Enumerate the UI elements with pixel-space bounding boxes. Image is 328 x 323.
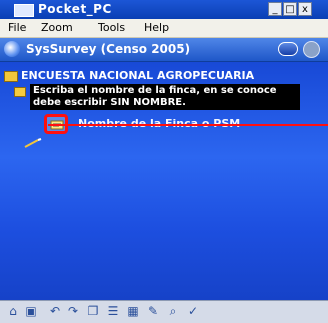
close-button[interactable]: x (298, 2, 312, 16)
section-folder-icon[interactable] (14, 87, 26, 97)
home-icon[interactable]: ⌂ (6, 304, 20, 318)
table-icon[interactable]: ▦ (126, 304, 140, 318)
survey-title: ENCUESTA NACIONAL AGROPECUARIA (21, 69, 255, 82)
emulator-window: Pocket_PC _ □ x File Zoom Tools Help Sys… (0, 0, 328, 323)
field-tooltip: Escriba el nombre de la finca, en se con… (30, 84, 300, 110)
edit-pencil-icon[interactable] (24, 138, 42, 148)
survey-root-node[interactable]: ENCUESTA NACIONAL AGROPECUARIA (4, 69, 326, 84)
menu-tools[interactable]: Tools (98, 21, 125, 34)
ok-button[interactable] (278, 42, 298, 56)
menu-file[interactable]: File (8, 21, 26, 34)
app-title: SysSurvey (Censo 2005) (26, 42, 191, 56)
menu-help[interactable]: Help (144, 21, 169, 34)
bottom-toolbar: ⌂ ▣ ↶ ↷ ❐ ☰ ▦ ✎ ⌕ ✓ (0, 300, 328, 323)
menu-bar: File Zoom Tools Help (0, 19, 328, 38)
save-icon[interactable]: ▣ (24, 304, 38, 318)
start-menu-icon[interactable] (4, 41, 20, 57)
search-icon[interactable]: ⌕ (166, 304, 180, 318)
minimize-button[interactable]: _ (268, 2, 282, 16)
redo-icon[interactable]: ↷ (66, 304, 80, 318)
maximize-button[interactable]: □ (283, 2, 297, 16)
window-titlebar: Pocket_PC _ □ x (0, 0, 328, 19)
check-icon[interactable]: ✓ (186, 304, 200, 318)
pocketpc-app-icon (14, 4, 34, 17)
menu-zoom[interactable]: Zoom (41, 21, 73, 34)
app-caption-bar: SysSurvey (Censo 2005) (0, 38, 328, 62)
copy-icon[interactable]: ❐ (86, 304, 100, 318)
format-icon[interactable]: ☰ (106, 304, 120, 318)
highlight-pointer-line (48, 124, 328, 126)
edit-icon[interactable]: ✎ (146, 304, 160, 318)
window-title: Pocket_PC (38, 2, 112, 16)
undo-icon[interactable]: ↶ (48, 304, 62, 318)
survey-folder-icon (4, 71, 18, 82)
survey-tree-panel: ENCUESTA NACIONAL AGROPECUARIA Escriba e… (0, 62, 328, 300)
app-close-icon[interactable] (303, 41, 320, 58)
